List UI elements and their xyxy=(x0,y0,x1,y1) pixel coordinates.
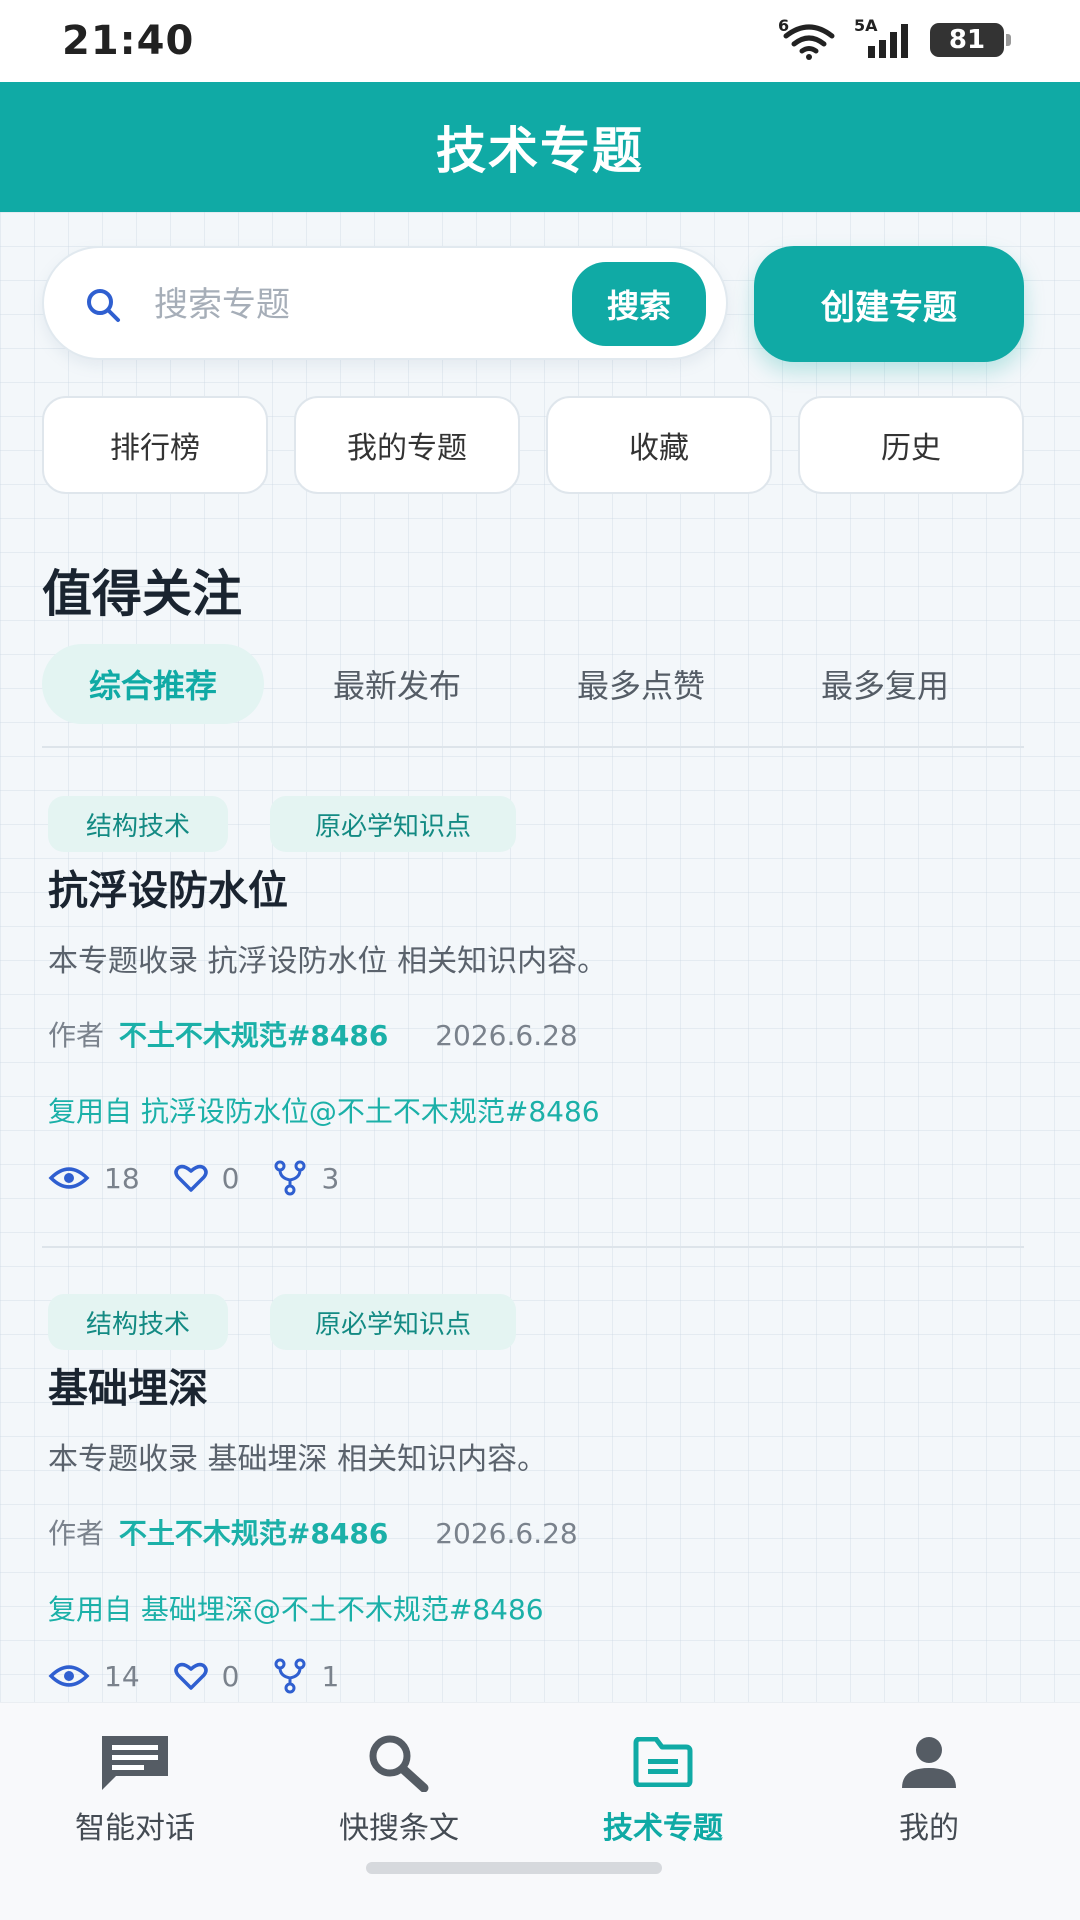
tab-latest[interactable]: 最新发布 xyxy=(286,644,508,724)
battery-icon: 81 xyxy=(930,23,1011,57)
topic-tag: 结构技术 xyxy=(48,796,228,852)
publish-date: 2026.6.28 xyxy=(435,1517,578,1550)
main-content[interactable]: 搜索 创建专题 排行榜 我的专题 收藏 历史 值得关注 综合推荐 最新发布 最多… xyxy=(0,212,1080,1702)
wifi-tag: 6 xyxy=(778,16,790,35)
quick-actions: 排行榜 我的专题 收藏 历史 xyxy=(42,396,1024,494)
chat-icon xyxy=(98,1729,172,1795)
nav-label: 智能对话 xyxy=(75,1811,195,1846)
likes-count: 0 xyxy=(221,1659,240,1693)
nav-profile[interactable]: 我的 xyxy=(794,1729,1064,1859)
sort-tabs: 综合推荐 最新发布 最多点赞 最多复用 xyxy=(42,644,1024,724)
publish-date: 2026.6.28 xyxy=(435,1019,578,1052)
topic-description: 本专题收录 基础埋深 相关知识内容。 xyxy=(48,1442,548,1477)
likes-stat[interactable]: 0 xyxy=(173,1659,240,1693)
topic-meta: 作者 不土不木规范#8486 2026.6.28 xyxy=(48,1014,578,1054)
fork-icon xyxy=(274,1160,306,1196)
eye-icon xyxy=(48,1665,90,1687)
topic-tag: 结构技术 xyxy=(48,1294,228,1350)
topic-card[interactable]: 结构技术 原必学知识点 抗浮设防水位 本专题收录 抗浮设防水位 相关知识内容。 … xyxy=(42,796,1024,1256)
page-title: 技术专题 xyxy=(436,122,644,180)
status-time: 21:40 xyxy=(62,18,195,64)
reuse-source-link[interactable]: 复用自 抗浮设防水位@不土不木规范#8486 xyxy=(48,1090,600,1130)
views-count: 18 xyxy=(104,1161,140,1195)
topic-tag: 原必学知识点 xyxy=(270,796,516,852)
create-topic-button[interactable]: 创建专题 xyxy=(754,246,1024,362)
status-icons: 6 5A 81 xyxy=(778,16,1011,60)
battery-level: 81 xyxy=(948,25,986,55)
search-button[interactable]: 搜索 xyxy=(572,262,706,346)
cellular-signal-icon: 5A xyxy=(854,16,916,60)
search-icon xyxy=(366,1729,432,1795)
topic-tag: 原必学知识点 xyxy=(270,1294,516,1350)
forks-count: 3 xyxy=(321,1161,340,1195)
card-divider xyxy=(42,1246,1024,1248)
views-stat: 14 xyxy=(48,1660,140,1693)
author-label: 作者 xyxy=(48,1019,105,1052)
views-stat: 18 xyxy=(48,1162,140,1195)
forks-count: 1 xyxy=(321,1659,340,1693)
tab-recommended[interactable]: 综合推荐 xyxy=(42,644,264,724)
topic-stats: 18 0 3 xyxy=(48,1160,373,1196)
section-title: 值得关注 xyxy=(42,565,242,623)
my-topics-button[interactable]: 我的专题 xyxy=(294,396,520,494)
author-label: 作者 xyxy=(48,1517,105,1550)
status-bar: 21:40 6 5A 81 xyxy=(0,0,1080,82)
author-link[interactable]: 不土不木规范#8486 xyxy=(119,1019,388,1052)
nav-label: 快搜条文 xyxy=(339,1811,459,1846)
likes-count: 0 xyxy=(221,1161,240,1195)
author-link[interactable]: 不土不木规范#8486 xyxy=(119,1517,388,1550)
reuse-source-link[interactable]: 复用自 基础埋深@不土不木规范#8486 xyxy=(48,1588,544,1628)
likes-stat[interactable]: 0 xyxy=(173,1161,240,1195)
tab-most-reused[interactable]: 最多复用 xyxy=(774,644,996,724)
nav-quick-search[interactable]: 快搜条文 xyxy=(264,1729,534,1859)
views-count: 14 xyxy=(104,1659,140,1693)
heart-icon xyxy=(173,1662,208,1690)
topic-description: 本专题收录 抗浮设防水位 相关知识内容。 xyxy=(48,944,608,979)
topic-meta: 作者 不土不木规范#8486 2026.6.28 xyxy=(48,1512,578,1552)
eye-icon xyxy=(48,1167,90,1189)
leaderboard-button[interactable]: 排行榜 xyxy=(42,396,268,494)
nav-chat[interactable]: 智能对话 xyxy=(0,1729,270,1859)
search-icon xyxy=(87,289,120,322)
user-icon xyxy=(898,1729,960,1795)
forks-stat[interactable]: 1 xyxy=(273,1658,339,1694)
folder-icon xyxy=(632,1729,694,1795)
search-bar: 搜索 xyxy=(42,246,728,360)
nav-label: 技术专题 xyxy=(603,1811,723,1846)
fork-icon xyxy=(274,1658,306,1694)
home-indicator[interactable] xyxy=(366,1862,662,1874)
topic-card[interactable]: 结构技术 原必学知识点 基础埋深 本专题收录 基础埋深 相关知识内容。 作者 不… xyxy=(42,1294,1024,1702)
nav-tech-topics[interactable]: 技术专题 xyxy=(528,1729,798,1859)
tab-most-liked[interactable]: 最多点赞 xyxy=(530,644,752,724)
nav-label: 我的 xyxy=(899,1811,959,1846)
favorites-button[interactable]: 收藏 xyxy=(546,396,772,494)
search-input[interactable] xyxy=(154,276,484,334)
history-button[interactable]: 历史 xyxy=(798,396,1024,494)
wifi-icon: 6 xyxy=(778,16,840,60)
tabs-divider xyxy=(42,746,1024,748)
topic-title[interactable]: 基础埋深 xyxy=(48,1356,208,1414)
forks-stat[interactable]: 3 xyxy=(273,1160,339,1196)
topic-title[interactable]: 抗浮设防水位 xyxy=(48,858,288,916)
heart-icon xyxy=(173,1164,208,1192)
app-header: 技术专题 xyxy=(0,82,1080,212)
bottom-nav: 智能对话 快搜条文 技术专题 我的 xyxy=(0,1702,1080,1920)
topic-stats: 14 0 1 xyxy=(48,1658,373,1694)
signal-tag: 5A xyxy=(854,16,878,35)
